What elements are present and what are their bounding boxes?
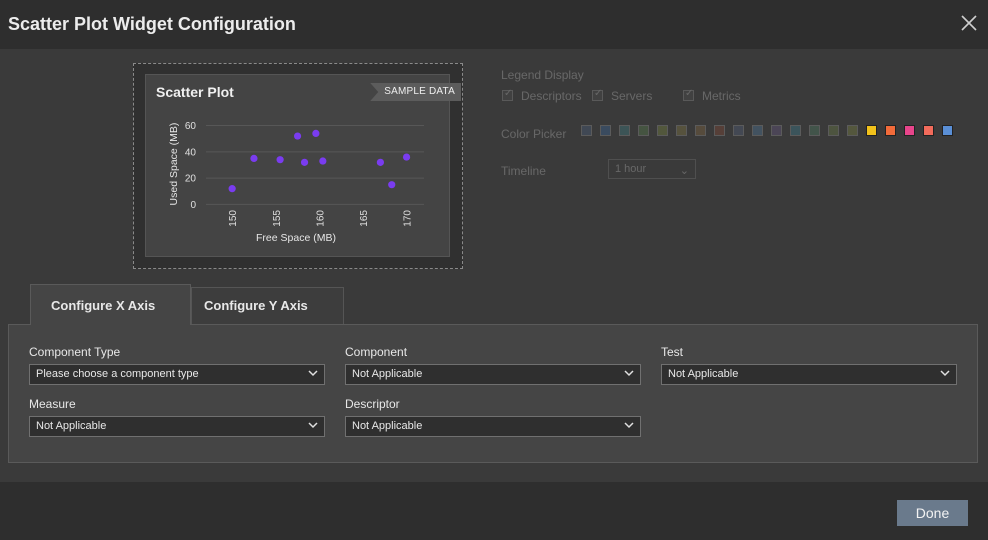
y-tick-label: 20: [185, 174, 197, 185]
metrics-label: Metrics: [702, 89, 741, 103]
color-swatch[interactable]: [923, 125, 934, 136]
x-tick-label: 165: [359, 210, 370, 227]
dialog-title: Scatter Plot Widget Configuration: [8, 14, 296, 34]
tab-configure-y-axis[interactable]: Configure Y Axis: [191, 287, 344, 325]
tab-configure-x-axis[interactable]: Configure X Axis: [30, 284, 191, 325]
scatter-point[interactable]: [276, 156, 284, 164]
x-tick-label: 155: [272, 210, 283, 227]
done-button[interactable]: Done: [897, 500, 968, 526]
descriptor-value: Not Applicable: [352, 420, 423, 432]
scatter-point[interactable]: [293, 132, 302, 140]
y-tick-label: 60: [185, 121, 197, 132]
chevron-down-icon: [940, 370, 950, 377]
color-swatch[interactable]: [771, 125, 782, 136]
color-swatch[interactable]: [733, 125, 744, 136]
y-tick-label: 40: [185, 147, 197, 158]
color-swatch[interactable]: [714, 125, 725, 136]
dialog-titlebar: Scatter Plot Widget Configuration: [0, 0, 988, 49]
scatter-point[interactable]: [228, 185, 236, 193]
test-select[interactable]: Not Applicable: [661, 364, 957, 385]
descriptors-checkbox[interactable]: [502, 88, 513, 101]
measure-label: Measure: [29, 397, 76, 411]
scatter-point[interactable]: [312, 129, 320, 138]
scatter-point[interactable]: [300, 158, 309, 166]
measure-value: Not Applicable: [36, 420, 107, 432]
color-swatch[interactable]: [847, 125, 858, 136]
y-tick-label: 0: [190, 200, 196, 211]
color-swatch[interactable]: [866, 125, 877, 136]
chevron-down-icon: ⌄: [679, 165, 689, 177]
color-swatch[interactable]: [638, 125, 649, 136]
color-swatch[interactable]: [676, 125, 687, 136]
servers-checkbox[interactable]: [592, 88, 603, 101]
descriptors-label: Descriptors: [521, 89, 582, 103]
descriptor-label: Descriptor: [345, 397, 400, 411]
component-value: Not Applicable: [352, 368, 423, 380]
scatter-chart: 150 155 160 165 170 0204060 Free Space (MB) …: [168, 121, 424, 244]
legend-display-label: Legend Display: [501, 68, 584, 82]
component-select[interactable]: Not Applicable: [345, 364, 641, 385]
timeline-select[interactable]: 1 hour ⌄: [608, 159, 696, 179]
chevron-down-icon: [308, 370, 318, 377]
color-swatch[interactable]: [942, 125, 953, 136]
color-swatch[interactable]: [695, 125, 706, 136]
component-type-select[interactable]: Please choose a component type: [29, 364, 325, 385]
test-value: Not Applicable: [668, 368, 739, 380]
chevron-down-icon: [308, 422, 318, 429]
y-axis-label: Used Space (MB): [168, 123, 180, 206]
color-swatch[interactable]: [885, 125, 896, 136]
color-swatch[interactable]: [809, 125, 820, 136]
color-swatch[interactable]: [752, 125, 763, 136]
color-swatch[interactable]: [581, 125, 592, 136]
color-swatch[interactable]: [904, 125, 915, 136]
scatter-point[interactable]: [402, 153, 411, 161]
scatter-point[interactable]: [388, 181, 396, 189]
test-label: Test: [661, 345, 684, 359]
timeline-value: 1 hour: [615, 163, 647, 175]
scatter-plot-card: Scatter Plot SAMPLE DATA 150 155 160 165 170…: [145, 74, 461, 257]
color-swatch[interactable]: [619, 125, 630, 136]
scatter-point[interactable]: [250, 154, 258, 162]
chevron-down-icon: [624, 370, 634, 377]
color-swatch[interactable]: [828, 125, 839, 136]
dialog-body: Scatter Plot SAMPLE DATA 150 155 160 165 170…: [0, 49, 988, 482]
scatter-point[interactable]: [319, 157, 327, 165]
axis-config-panel: Component Type Please choose a component…: [8, 324, 978, 463]
metrics-checkbox[interactable]: [683, 88, 694, 101]
color-swatch[interactable]: [790, 125, 801, 136]
servers-label: Servers: [611, 89, 653, 103]
descriptor-select[interactable]: Not Applicable: [345, 416, 641, 437]
x-tick-label: 150: [228, 210, 239, 227]
color-picker-label: Color Picker: [501, 127, 567, 141]
component-type-label: Component Type: [29, 345, 121, 359]
component-label: Component: [345, 345, 408, 359]
measure-select[interactable]: Not Applicable: [29, 416, 325, 437]
x-axis-label: Free Space (MB): [256, 232, 336, 244]
scatter-point[interactable]: [376, 158, 384, 166]
dialog-footer: Done: [0, 482, 988, 540]
timeline-label: Timeline: [501, 164, 546, 178]
chevron-down-icon: [624, 422, 634, 429]
close-icon[interactable]: [958, 12, 980, 34]
x-tick-label: 160: [315, 210, 326, 227]
x-tick-label: 170: [403, 210, 414, 227]
color-swatch[interactable]: [600, 125, 611, 136]
component-type-value: Please choose a component type: [36, 368, 199, 380]
widget-preview: Scatter Plot SAMPLE DATA 150 155 160 165 170…: [133, 63, 463, 269]
color-swatch[interactable]: [657, 125, 668, 136]
